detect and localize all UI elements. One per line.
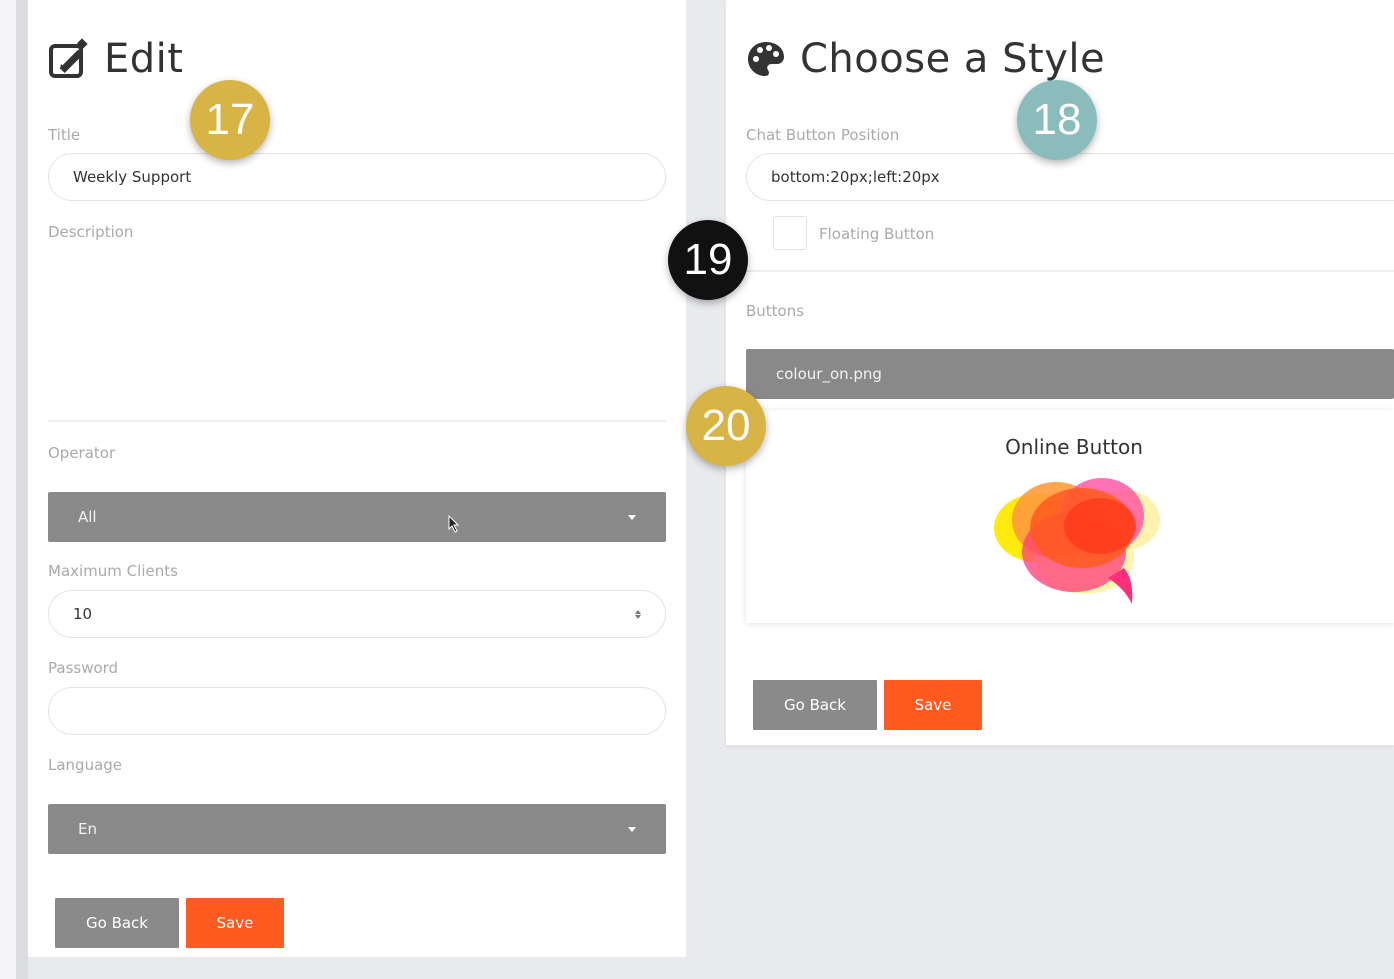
password-label: Password — [48, 659, 119, 677]
operator-select-value: All — [78, 508, 97, 526]
mouse-cursor-icon — [448, 514, 460, 533]
language-select[interactable]: En — [48, 804, 666, 854]
max-clients-input[interactable]: 10 — [48, 590, 666, 638]
edit-icon — [48, 38, 90, 80]
chat-button-position-label: Chat Button Position — [746, 126, 900, 144]
language-label: Language — [48, 756, 123, 774]
scroll-gutter — [16, 0, 28, 979]
annotation-badge-20: 20 — [686, 386, 766, 466]
section-divider — [48, 420, 666, 422]
save-button[interactable]: Save — [884, 680, 982, 730]
chat-button-position-value: bottom:20px;left:20px — [771, 168, 940, 186]
chat-bubble-icon[interactable] — [974, 470, 1174, 610]
annotation-badge-18: 18 — [1017, 80, 1097, 160]
language-select-value: En — [78, 820, 97, 838]
password-input[interactable] — [48, 687, 666, 735]
buttons-label: Buttons — [746, 302, 805, 320]
buttons-select-value: colour_on.png — [776, 365, 882, 383]
section-divider — [746, 270, 1394, 272]
online-button-title: Online Button — [1005, 435, 1143, 459]
online-button-preview-card: Online Button — [746, 410, 1394, 623]
operator-label: Operator — [48, 444, 116, 462]
floating-button-checkbox[interactable] — [773, 216, 807, 250]
title-input-value: Weekly Support — [73, 168, 192, 186]
edit-heading-text: Edit — [104, 36, 184, 82]
go-back-button[interactable]: Go Back — [753, 680, 877, 730]
description-textarea[interactable] — [48, 246, 666, 416]
go-back-button[interactable]: Go Back — [55, 898, 179, 948]
save-button[interactable]: Save — [186, 898, 284, 948]
title-input[interactable]: Weekly Support — [48, 153, 666, 201]
title-label: Title — [48, 126, 81, 144]
max-clients-value: 10 — [73, 605, 93, 623]
annotation-badge-19: 19 — [668, 220, 748, 300]
style-heading: Choose a Style — [746, 36, 1105, 82]
max-clients-label: Maximum Clients — [48, 562, 178, 580]
floating-button-label: Floating Button — [819, 225, 935, 243]
description-label: Description — [48, 223, 134, 241]
number-stepper-icon[interactable] — [635, 609, 641, 619]
chevron-down-icon — [628, 514, 636, 520]
chevron-down-icon — [628, 826, 636, 832]
edit-panel: Edit Title Weekly Support Description Op… — [28, 0, 686, 957]
buttons-select[interactable]: colour_on.png — [746, 349, 1394, 399]
style-heading-text: Choose a Style — [800, 36, 1106, 82]
edit-heading: Edit — [48, 36, 183, 82]
operator-select[interactable]: All — [48, 492, 666, 542]
palette-icon — [746, 39, 786, 79]
chat-button-position-input[interactable]: bottom:20px;left:20px — [746, 153, 1394, 201]
annotation-badge-17: 17 — [190, 80, 270, 160]
